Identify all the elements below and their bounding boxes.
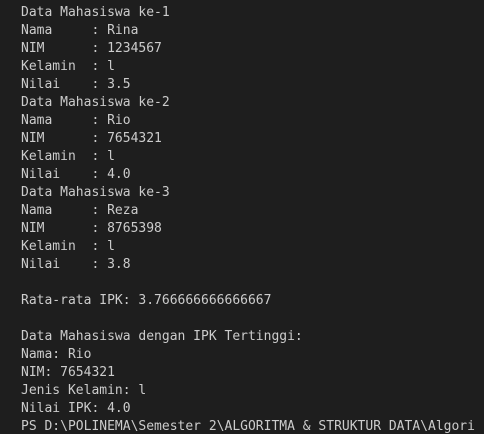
output-line: Data Mahasiswa ke-3 xyxy=(21,185,170,200)
output-line: Nama: Rio xyxy=(21,347,92,362)
output-line: Nilai : 4.0 xyxy=(21,167,131,182)
output-line: Kelamin : l xyxy=(21,149,115,164)
output-line: NIM : 1234567 xyxy=(21,41,162,56)
output-line: Data Mahasiswa dengan IPK Tertinggi: xyxy=(21,329,303,344)
output-line: Nilai : 3.5 xyxy=(21,77,131,92)
output-line: Kelamin : l xyxy=(21,239,115,254)
output-line: NIM: 7654321 xyxy=(21,365,115,380)
output-line: Data Mahasiswa ke-2 xyxy=(21,95,170,110)
output-line: Nilai IPK: 4.0 xyxy=(21,401,131,416)
output-line: NIM : 8765398 xyxy=(21,221,162,236)
output-line: Nilai : 3.8 xyxy=(21,257,131,272)
output-line: Data Mahasiswa ke-1 xyxy=(21,5,170,20)
average-line: Rata-rata IPK: 3.766666666666667 xyxy=(21,293,272,308)
output-line: Nama : Rina xyxy=(21,23,139,38)
shell-prompt[interactable]: PS D:\POLINEMA\Semester 2\ALGORITMA & ST… xyxy=(21,418,484,434)
output-line: Nama : Rio xyxy=(21,113,131,128)
output-line: NIM : 7654321 xyxy=(21,131,162,146)
output-line: Nama : Reza xyxy=(21,203,139,218)
terminal-output[interactable]: Data Mahasiswa ke-1 Nama : Rina NIM : 12… xyxy=(0,0,484,434)
output-line: Kelamin : l xyxy=(21,59,115,74)
output-line: Jenis Kelamin: l xyxy=(21,383,147,398)
